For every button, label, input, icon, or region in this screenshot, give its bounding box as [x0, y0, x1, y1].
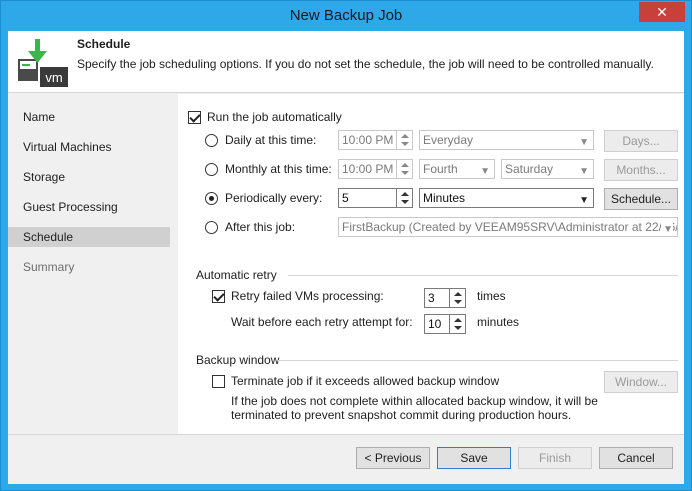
chevron-down-icon: ▼	[661, 221, 673, 236]
retry-unit-label: times	[477, 289, 506, 303]
title-bar[interactable]: New Backup Job ✕	[1, 1, 691, 31]
sidebar-item-schedule[interactable]: Schedule	[8, 227, 170, 247]
wizard-footer: < Previous Save Finish Cancel	[8, 434, 684, 484]
chevron-down-icon: ▼	[579, 195, 589, 206]
periodic-value-input[interactable]: 5	[338, 188, 413, 208]
after-job-label: After this job:	[225, 220, 296, 234]
monthly-day-select[interactable]: Saturday ▼	[501, 159, 594, 179]
wizard-header: vm Schedule Specify the job scheduling o…	[8, 31, 684, 93]
schedule-button[interactable]: Schedule...	[604, 188, 678, 210]
schedule-panel: Run the job automatically Daily at this …	[178, 94, 684, 434]
close-button[interactable]: ✕	[639, 2, 685, 22]
backup-window-divider	[278, 360, 678, 361]
retry-label: Retry failed VMs processing:	[231, 289, 384, 303]
monthly-radio[interactable]	[205, 163, 218, 176]
window-note-line2: terminated to prevent snapshot commit du…	[231, 408, 572, 422]
dialog-client: vm Schedule Specify the job scheduling o…	[8, 31, 684, 484]
header-title: Schedule	[77, 37, 131, 51]
header-description: Specify the job scheduling options. If y…	[77, 57, 654, 71]
chevron-down-icon: ▼	[579, 137, 589, 148]
wait-value-spinner[interactable]	[449, 315, 465, 333]
cancel-button[interactable]: Cancel	[599, 447, 673, 469]
terminate-checkbox[interactable]	[212, 375, 225, 388]
retry-checkbox[interactable]	[212, 290, 225, 303]
periodic-value-spinner[interactable]	[396, 189, 412, 207]
retry-count-spinner[interactable]	[449, 289, 465, 307]
window-note-line1: If the job does not complete within allo…	[231, 394, 598, 408]
daily-time-spinner[interactable]	[396, 131, 412, 149]
wait-value-input[interactable]: 10	[424, 314, 466, 334]
svg-text:vm: vm	[45, 70, 62, 85]
chevron-down-icon: ▼	[480, 166, 490, 177]
monthly-week-select[interactable]: Fourth ▼	[419, 159, 495, 179]
daily-days-select[interactable]: Everyday ▼	[419, 130, 594, 150]
sidebar-item-summary[interactable]: Summary	[8, 257, 170, 277]
wait-label: Wait before each retry attempt for:	[231, 315, 413, 329]
retry-count-input[interactable]: 3	[424, 288, 466, 308]
sidebar-item-guest-processing[interactable]: Guest Processing	[8, 197, 170, 217]
backup-window-group-label: Backup window	[196, 353, 280, 367]
retry-divider	[288, 275, 678, 276]
wait-unit-label: minutes	[477, 315, 520, 329]
chevron-down-icon: ▼	[579, 166, 589, 177]
run-auto-label: Run the job automatically	[207, 110, 342, 124]
previous-button[interactable]: < Previous	[356, 447, 430, 469]
sidebar-item-storage[interactable]: Storage	[8, 167, 170, 187]
monthly-time-input[interactable]: 10:00 PM	[338, 159, 413, 179]
finish-button[interactable]: Finish	[518, 447, 592, 469]
after-job-radio[interactable]	[205, 221, 218, 234]
window-button[interactable]: Window...	[604, 371, 678, 393]
after-job-select[interactable]: FirstBackup (Created by VEEAM95SRV\Admin…	[338, 217, 678, 237]
retry-group-label: Automatic retry	[196, 268, 277, 282]
periodic-radio[interactable]	[205, 192, 218, 205]
save-button[interactable]: Save	[437, 447, 511, 469]
periodic-unit-select[interactable]: Minutes ▼	[419, 188, 594, 208]
monthly-label: Monthly at this time:	[225, 162, 332, 176]
daily-time-input[interactable]: 10:00 PM	[338, 130, 413, 150]
months-button[interactable]: Months...	[604, 159, 678, 181]
sidebar-item-name[interactable]: Name	[8, 107, 170, 127]
wizard-sidebar: Name Virtual Machines Storage Guest Proc…	[8, 94, 178, 434]
sidebar-item-virtual-machines[interactable]: Virtual Machines	[8, 137, 170, 157]
monthly-time-spinner[interactable]	[396, 160, 412, 178]
days-button[interactable]: Days...	[604, 130, 678, 152]
window-title: New Backup Job	[289, 7, 403, 24]
dialog-window: New Backup Job ✕ vm Schedule Specify the…	[0, 0, 692, 491]
periodic-label: Periodically every:	[225, 191, 323, 205]
terminate-label: Terminate job if it exceeds allowed back…	[231, 374, 500, 388]
daily-label: Daily at this time:	[225, 133, 317, 147]
daily-radio[interactable]	[205, 134, 218, 147]
vm-schedule-icon: vm	[18, 39, 68, 87]
run-auto-checkbox[interactable]	[188, 111, 201, 124]
